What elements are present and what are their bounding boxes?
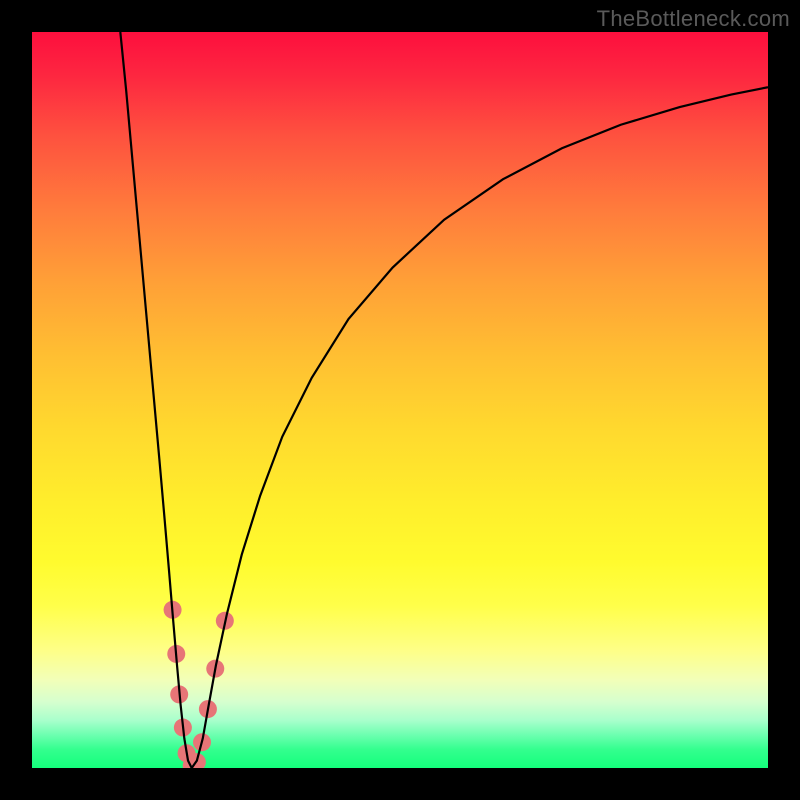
bottleneck-curve-svg <box>32 32 768 768</box>
plot-area <box>32 32 768 768</box>
watermark-text: TheBottleneck.com <box>597 6 790 32</box>
bottleneck-curve <box>120 32 768 768</box>
chart-frame: TheBottleneck.com <box>0 0 800 800</box>
